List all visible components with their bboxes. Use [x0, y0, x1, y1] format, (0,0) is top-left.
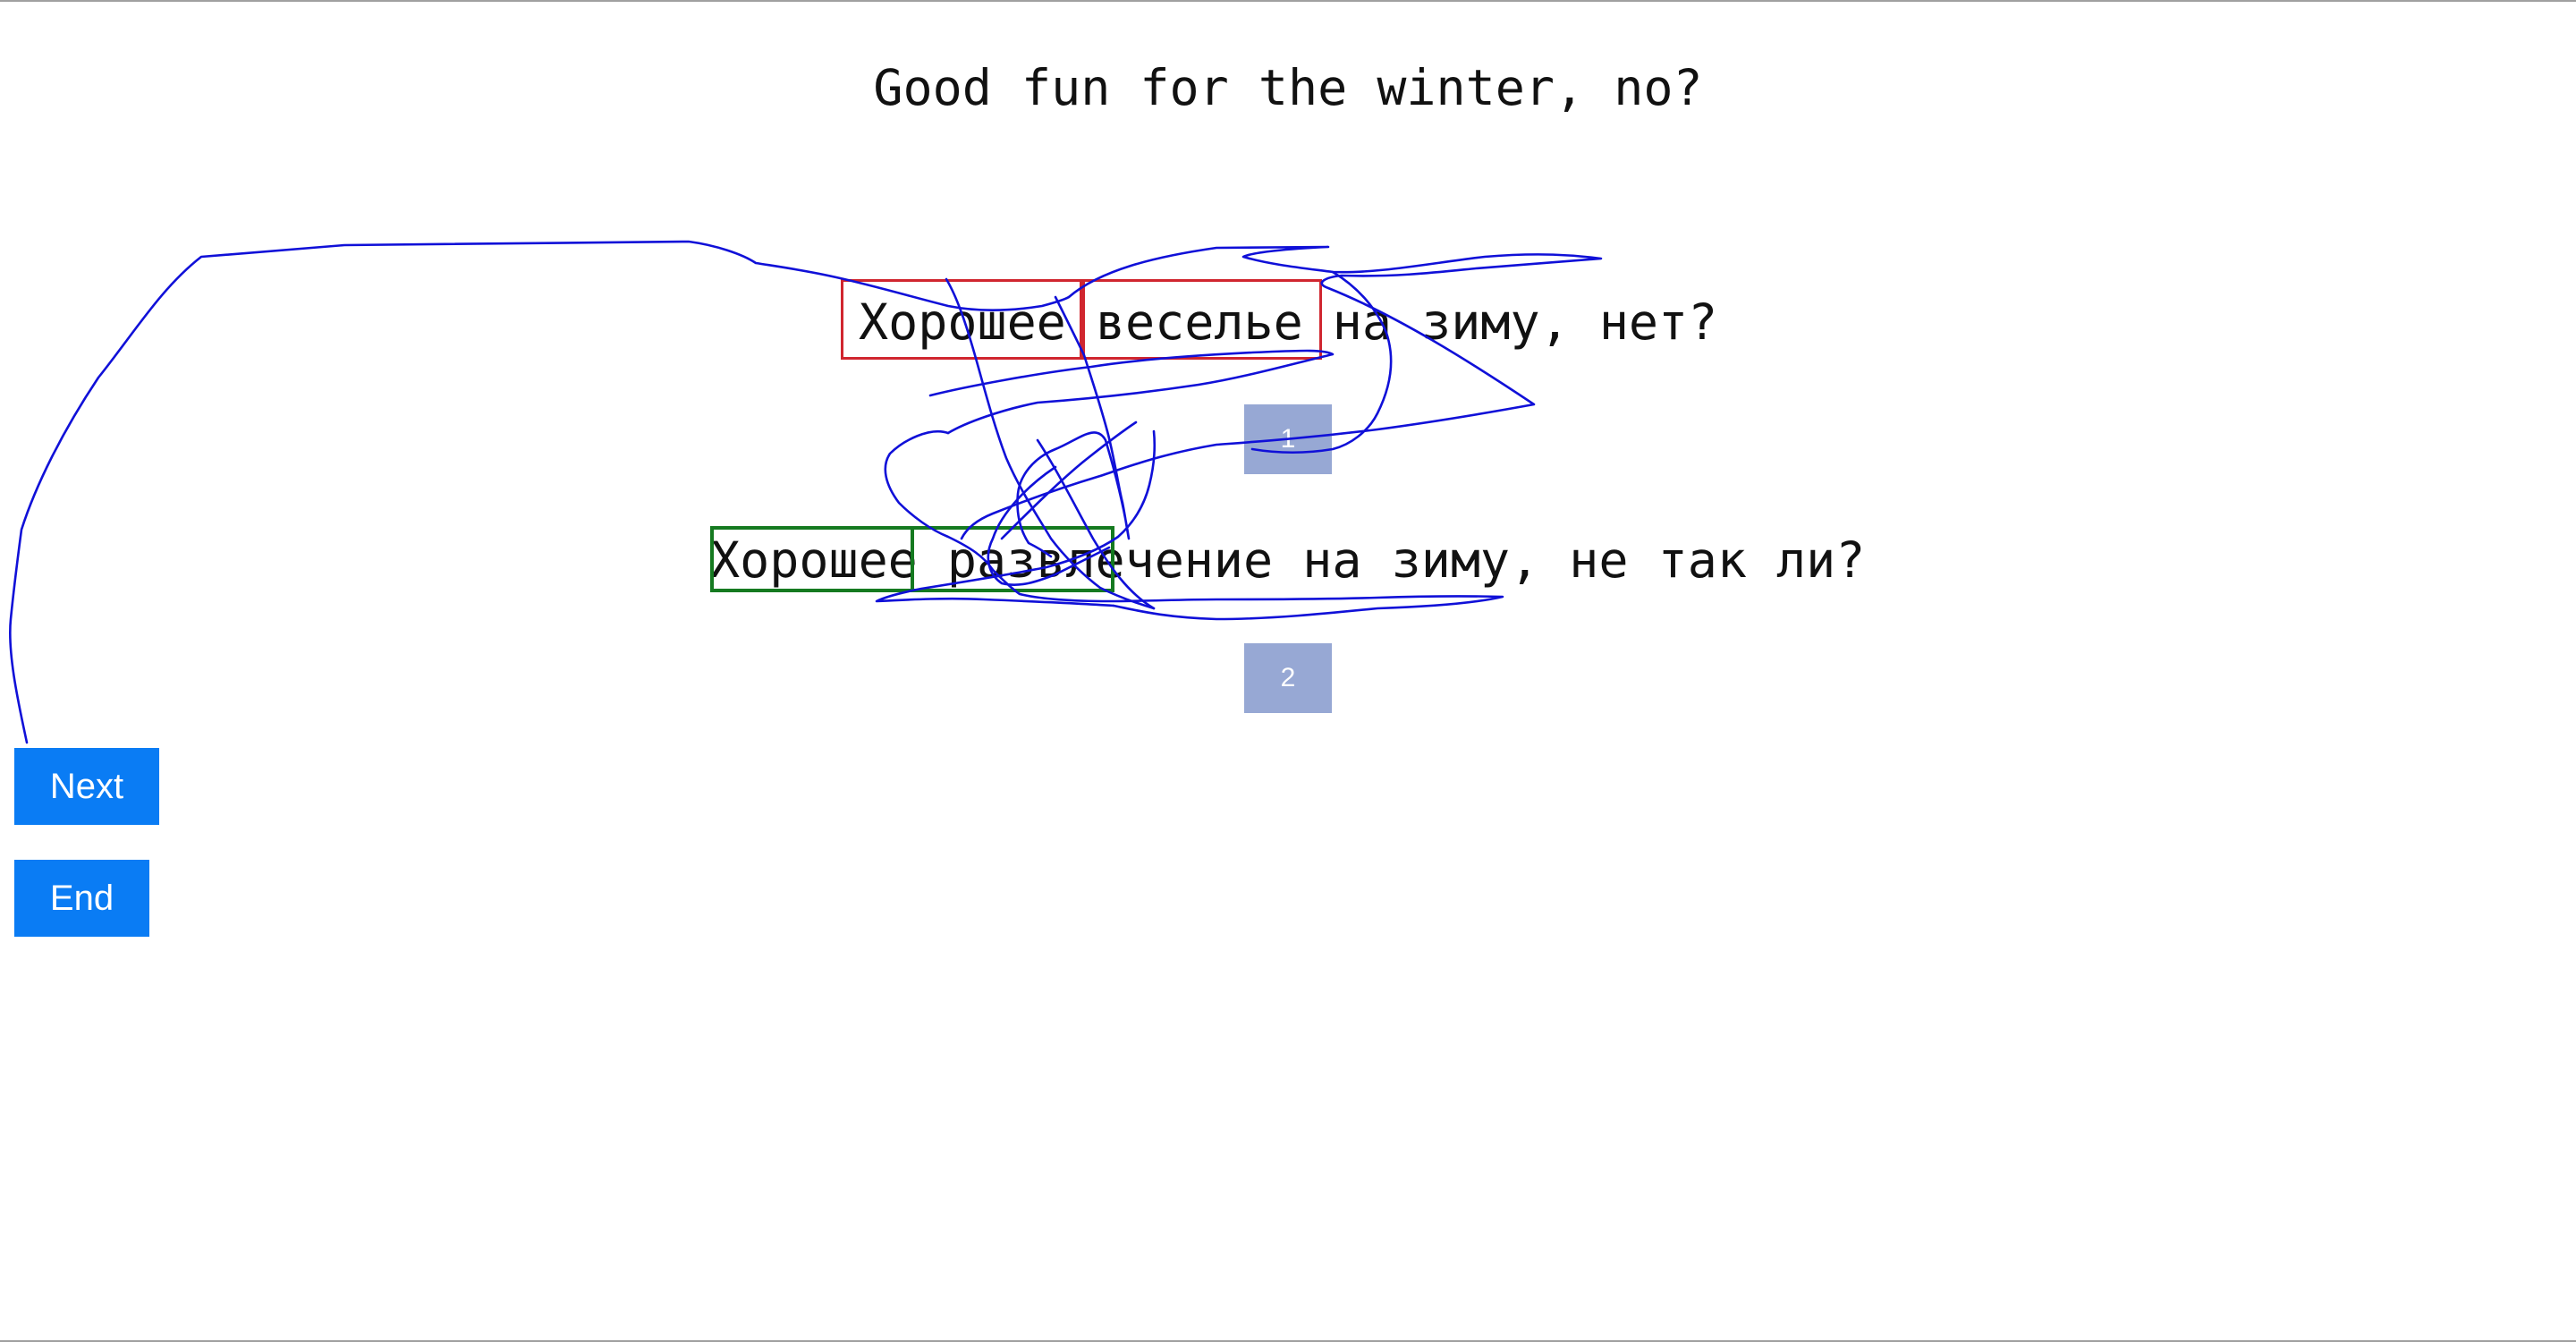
- candidate-2-word-highlight-1[interactable]: [710, 526, 914, 592]
- next-button[interactable]: Next: [14, 748, 159, 825]
- candidate-2-word-highlight-2[interactable]: [911, 526, 1114, 592]
- annotation-screen: Good fun for the winter, no? Хорошее вес…: [0, 0, 2576, 1342]
- candidate-1-rank-badge[interactable]: 1: [1244, 404, 1332, 474]
- candidate-2-rank-badge[interactable]: 2: [1244, 643, 1332, 713]
- candidate-1-word-highlight-2[interactable]: [1082, 279, 1322, 360]
- end-button[interactable]: End: [14, 860, 149, 937]
- candidate-1-word-highlight-1[interactable]: [841, 279, 1082, 360]
- source-sentence: Good fun for the winter, no?: [873, 59, 1703, 116]
